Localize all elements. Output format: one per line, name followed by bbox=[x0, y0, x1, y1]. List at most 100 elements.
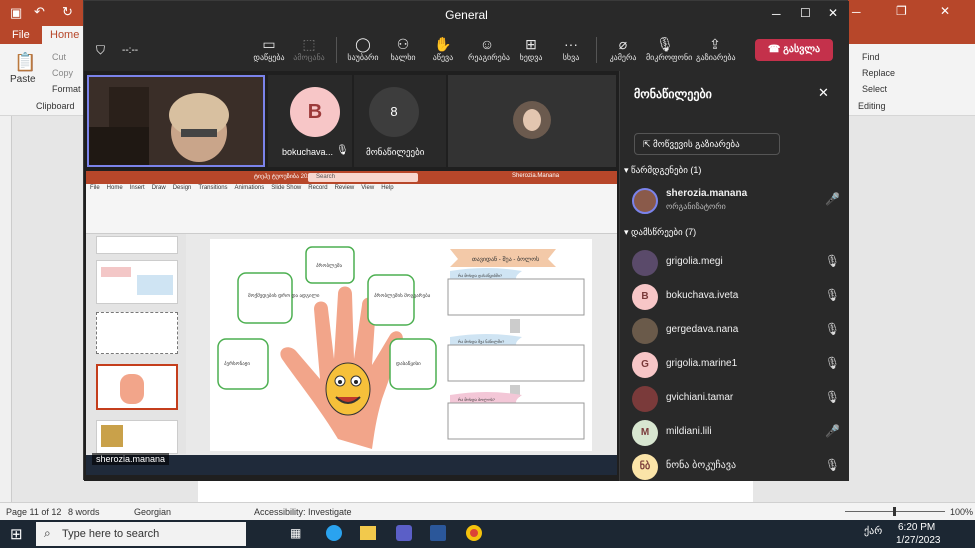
cut-button[interactable]: Cut bbox=[52, 52, 66, 62]
share-icon: ⇪ bbox=[709, 36, 721, 52]
leave-button[interactable]: ☎ გასვლა bbox=[755, 39, 833, 61]
accessibility-status[interactable]: Accessibility: Investigate bbox=[254, 507, 352, 517]
camera-button[interactable]: ⌀ კამერა bbox=[604, 35, 642, 62]
hand-face bbox=[325, 362, 371, 416]
start-button[interactable]: ▭ დაწყება bbox=[250, 35, 288, 62]
view-button[interactable]: ⊞ ხედვა bbox=[512, 35, 550, 62]
participant-row[interactable]: gergedava.nana 🎙 bbox=[632, 313, 842, 347]
minimize-icon[interactable]: ─ bbox=[772, 7, 781, 21]
language-status[interactable]: Georgian bbox=[134, 507, 171, 517]
video-tile-self[interactable] bbox=[448, 75, 616, 167]
select-button[interactable]: Select bbox=[862, 84, 887, 94]
finger-text-2: პრობლემა bbox=[316, 262, 343, 269]
chat-button[interactable]: ◯ საუბარი bbox=[344, 35, 382, 62]
windows-taskbar: ⊞ ⌕ Type here to search ▦ ქარ 6:20 PM 1/… bbox=[0, 520, 975, 548]
avatar-b: B bbox=[290, 87, 340, 137]
word-count: 8 words bbox=[68, 507, 100, 517]
shared-menu-item: Draw bbox=[151, 185, 166, 191]
close-icon[interactable]: ✕ bbox=[828, 6, 838, 20]
teams-icon[interactable] bbox=[396, 525, 412, 541]
raise-hand-button[interactable]: ✋ აწევა bbox=[424, 35, 462, 62]
ppt-status-bar: Page 11 of 12 8 words Georgian Accessibi… bbox=[0, 502, 975, 520]
zoom-thumb[interactable] bbox=[893, 507, 896, 516]
zoom-level[interactable]: 100% bbox=[950, 507, 973, 517]
copy-button[interactable]: Copy bbox=[52, 68, 73, 78]
tab-file[interactable]: File bbox=[12, 29, 30, 41]
participant-row[interactable]: Ggrigolia.marine1 🎙 bbox=[632, 347, 842, 381]
shared-menu-item: View bbox=[361, 185, 375, 191]
smile-icon: ☺ bbox=[479, 36, 495, 52]
participant-name: sherozia.manana bbox=[666, 188, 748, 199]
self-avatar bbox=[513, 101, 551, 139]
save-icon[interactable]: ▣ bbox=[10, 5, 22, 21]
chat-icon: ◯ bbox=[355, 36, 371, 52]
edge-icon[interactable] bbox=[326, 525, 342, 541]
slide-graphic: მოქმედების დრო და ადგილი პრობლემა პრობლე… bbox=[217, 246, 585, 449]
task-label: ამოცანა bbox=[293, 53, 325, 62]
teams-title-bar: General ─ ☐ ✕ bbox=[84, 1, 849, 29]
ppt-restore-icon[interactable]: ❐ bbox=[896, 4, 907, 18]
thumbnail[interactable] bbox=[96, 260, 178, 304]
participant-organizer[interactable]: sherozia.manana ორგანიზატორი 🎤 bbox=[632, 183, 842, 217]
task-button[interactable]: ⬚ ამოცანა bbox=[290, 35, 328, 62]
paste-button[interactable]: Paste bbox=[10, 74, 36, 85]
replace-button[interactable]: Replace bbox=[862, 68, 895, 78]
mic-off-icon: 🎙 bbox=[824, 390, 840, 404]
close-panel-icon[interactable]: ✕ bbox=[818, 85, 829, 101]
finger-text-3: პრობლემის მოგვარება bbox=[374, 292, 431, 299]
thumbnail-current[interactable] bbox=[96, 364, 178, 410]
start-icon: ▭ bbox=[262, 36, 276, 52]
more-icon: ··· bbox=[564, 36, 578, 52]
participant-name: gergedava.nana bbox=[666, 324, 739, 335]
thumbnail[interactable] bbox=[96, 236, 178, 254]
input-language[interactable]: ქარ bbox=[864, 526, 882, 537]
share-invite-button[interactable]: ⇱ მოწვევის გაზიარება bbox=[634, 133, 780, 155]
windows-start-icon[interactable]: ⊞ bbox=[10, 525, 23, 543]
video-tile-presenter[interactable] bbox=[87, 75, 265, 167]
thumbnail[interactable] bbox=[96, 312, 178, 354]
participant-row[interactable]: Mmildiani.lili 🎤 bbox=[632, 415, 842, 449]
file-explorer-icon[interactable] bbox=[360, 526, 376, 540]
react-button[interactable]: ☺ რეაგირება bbox=[468, 35, 510, 62]
people-button[interactable]: ⚇ ხალხი bbox=[384, 35, 422, 62]
presenters-header[interactable]: ▾ წარმდგენები (1) bbox=[624, 165, 701, 176]
chrome-icon[interactable] bbox=[466, 525, 482, 541]
share-button[interactable]: ⇪ გაზიარება bbox=[696, 35, 736, 62]
mic-button[interactable]: 🎙 მიკროფონი bbox=[646, 35, 692, 62]
undo-icon[interactable]: ↶ bbox=[34, 4, 45, 20]
redo-icon[interactable]: ↻ bbox=[62, 4, 73, 20]
participant-name: ნონა ბოკუჩავა bbox=[666, 460, 737, 471]
vertical-ruler bbox=[0, 116, 12, 502]
share-invite-label: მოწვევის გაზიარება bbox=[653, 139, 740, 149]
raise-hand-label: აწევა bbox=[432, 53, 454, 62]
participants-count-tile[interactable]: 8 მონაწილეები bbox=[354, 75, 446, 167]
participant-row[interactable]: grigolia.megi 🎙 bbox=[632, 245, 842, 279]
more-button[interactable]: ··· სხვა bbox=[552, 35, 590, 62]
people-icon: ⚇ bbox=[396, 36, 410, 52]
taskbar-search[interactable]: ⌕ Type here to search bbox=[36, 522, 246, 546]
participant-name: mildiani.lili bbox=[666, 426, 712, 437]
word-icon[interactable] bbox=[430, 525, 446, 541]
clock-date[interactable]: 1/27/2023 bbox=[896, 535, 941, 546]
video-tile-bokuchava[interactable]: B bokuchava... 🎙 bbox=[268, 75, 352, 167]
ppt-minimize-icon[interactable]: ─ bbox=[852, 5, 861, 19]
participant-row[interactable]: Bbokuchava.iveta 🎙 bbox=[632, 279, 842, 313]
thumbnail[interactable] bbox=[96, 420, 178, 454]
clipboard-group-label: Clipboard bbox=[36, 101, 75, 111]
attendees-header[interactable]: ▾ დამსწრეები (7) bbox=[624, 227, 696, 238]
slide-canvas[interactable]: მოქმედების დრო და ადგილი პრობლემა პრობლე… bbox=[210, 239, 592, 451]
task-view-icon[interactable]: ▦ bbox=[290, 526, 301, 540]
participant-row[interactable]: ნბ ნონა ბოკუჩავა 🎙 bbox=[632, 449, 842, 483]
mic-off-icon: 🎙 bbox=[824, 288, 840, 302]
shared-screen[interactable]: ტიეჰე ტუოუზიბა 2023 (8) - Copy - PowerPo… bbox=[86, 171, 617, 475]
page-count: Page 11 of 12 bbox=[6, 507, 62, 517]
participant-row[interactable]: gvichiani.tamar 🎙 bbox=[632, 381, 842, 415]
find-button[interactable]: Find bbox=[862, 52, 880, 62]
maximize-icon[interactable]: ☐ bbox=[800, 6, 811, 20]
participants-panel: მონაწილეები ✕ ⇱ მოწვევის გაზიარება ▾ წარ… bbox=[619, 71, 849, 481]
ppt-close-icon[interactable]: ✕ bbox=[940, 4, 950, 18]
shared-menu-item: Transitions bbox=[198, 185, 228, 191]
tab-home[interactable]: Home bbox=[42, 26, 88, 44]
clock-time[interactable]: 6:20 PM bbox=[898, 522, 935, 533]
shared-menu-item: File bbox=[90, 185, 100, 191]
